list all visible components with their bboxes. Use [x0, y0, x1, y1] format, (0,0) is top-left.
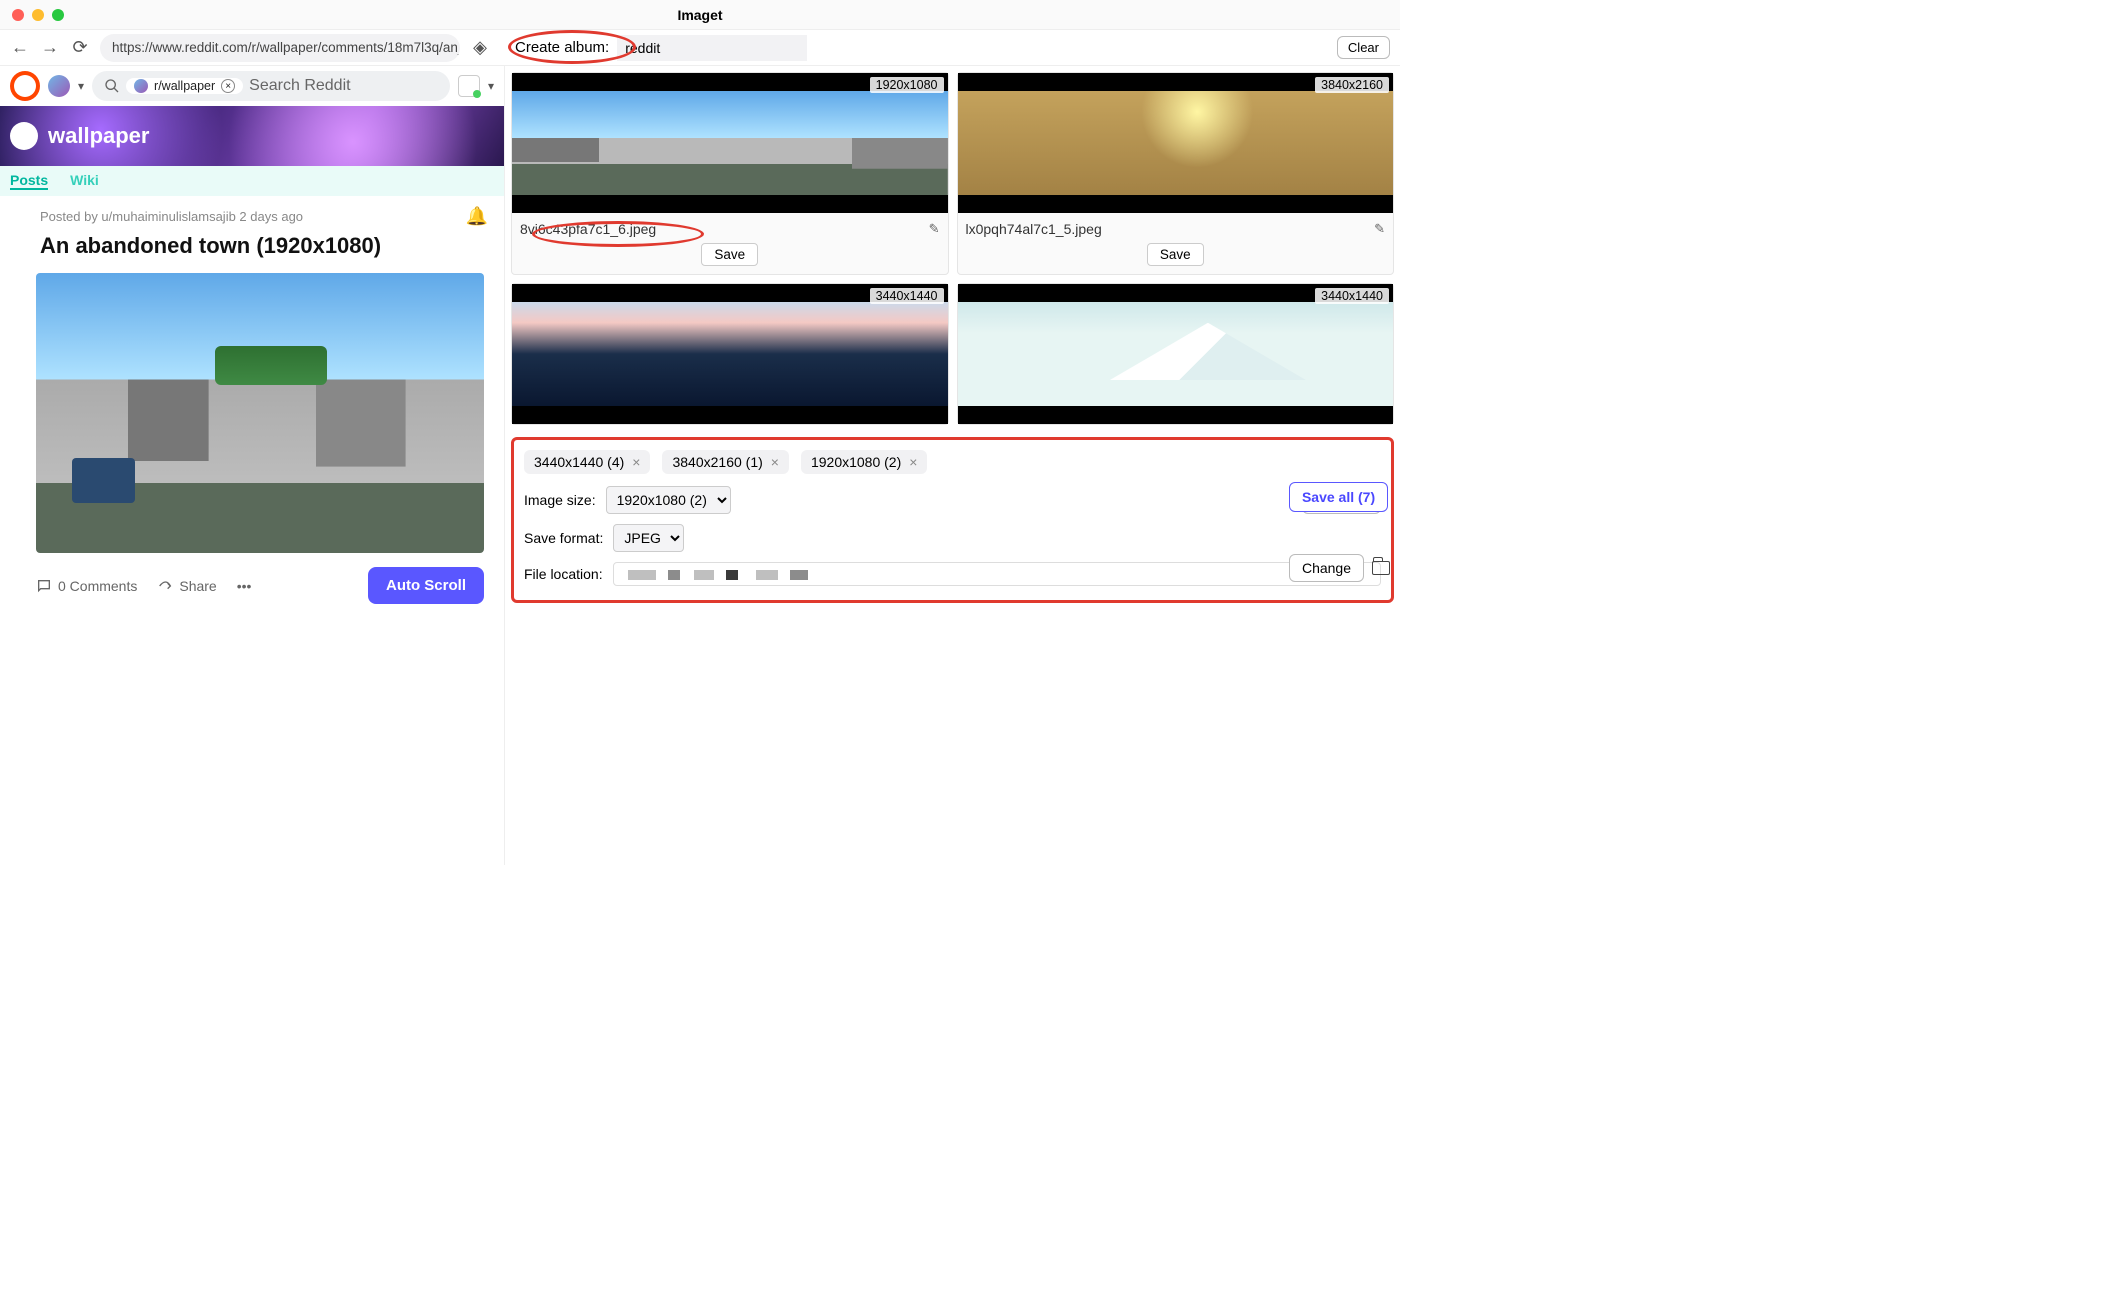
size-tag-label: 3840x2160 (1) [672, 454, 762, 470]
image-card: 3840x2160 lx0pqh74al7c1_5.jpeg ✎ Save [957, 72, 1395, 275]
dimension-badge: 3840x2160 [1315, 77, 1389, 93]
forward-icon[interactable]: → [40, 37, 60, 58]
file-location-input[interactable] [613, 562, 1381, 586]
filter-panel: 3440x1440 (4) × 3840x2160 (1) × 1920x1080 … [511, 437, 1394, 603]
reddit-topbar: ▾ r/wallpaper × Search Reddit ▾ [0, 66, 504, 106]
more-button[interactable]: ••• [237, 578, 252, 594]
user-avatar-icon[interactable] [458, 75, 480, 97]
remove-tag-icon[interactable]: × [771, 454, 779, 470]
thumbnail[interactable]: 1920x1080 [512, 73, 948, 213]
subreddit-banner: wallpaper [0, 106, 504, 166]
size-tag-label: 3440x1440 (4) [534, 454, 624, 470]
share-label: Share [179, 578, 216, 594]
thumbnail[interactable]: 3440x1440 [958, 284, 1394, 424]
search-placeholder: Search Reddit [249, 77, 350, 95]
save-format-label: Save format: [524, 530, 603, 546]
notify-bell-icon[interactable]: 🔔 [466, 206, 488, 227]
search-icon [104, 78, 120, 94]
user-chevron-icon[interactable]: ▾ [488, 79, 494, 93]
auto-scroll-button[interactable]: Auto Scroll [368, 567, 484, 604]
image-size-label: Image size: [524, 492, 596, 508]
clear-button[interactable]: Clear [1337, 36, 1390, 59]
size-tag[interactable]: 1920x1080 (2) × [801, 450, 927, 474]
size-tag-label: 1920x1080 (2) [811, 454, 901, 470]
tab-posts[interactable]: Posts [10, 172, 48, 190]
reddit-pane: ▾ r/wallpaper × Search Reddit ▾ wallpape… [0, 66, 505, 865]
subreddit-tabs: Posts Wiki [0, 166, 504, 196]
save-all-button[interactable]: Save all (7) [1289, 482, 1388, 512]
url-input[interactable]: https://www.reddit.com/r/wallpaper/comme… [100, 34, 460, 62]
remove-tag-icon[interactable]: × [632, 454, 640, 470]
tab-wiki[interactable]: Wiki [70, 172, 99, 190]
dimension-badge: 3440x1440 [870, 288, 944, 304]
image-grid: 1920x1080 8vi6c43pfa7c1_6.jpeg ✎ Save 38… [505, 66, 1400, 431]
clear-scope-icon[interactable]: × [221, 79, 235, 93]
save-format-select[interactable]: JPEG [613, 524, 684, 552]
post-byline: Posted by u/muhaiminulislamsajib 2 days … [40, 206, 488, 227]
filename-label: 8vi6c43pfa7c1_6.jpeg [520, 221, 656, 237]
community-icon[interactable] [48, 75, 70, 97]
filename-label: lx0pqh74al7c1_5.jpeg [966, 221, 1102, 237]
share-button[interactable]: Share [157, 578, 216, 594]
chevron-down-icon[interactable]: ▾ [78, 79, 84, 93]
size-tag[interactable]: 3440x1440 (4) × [524, 450, 650, 474]
right-actions: Save all (7) Change [1289, 482, 1390, 582]
post-byline-text: Posted by u/muhaiminulislamsajib 2 days … [40, 209, 303, 224]
mac-titlebar: Imaget [0, 0, 1400, 30]
create-album-label: Create album: [515, 39, 609, 56]
dimension-badge: 1920x1080 [870, 77, 944, 93]
post-actions: 0 Comments Share ••• Auto Scroll [0, 553, 504, 614]
color-picker-icon[interactable]: ◈ [470, 37, 490, 58]
post-header: Posted by u/muhaiminulislamsajib 2 days … [0, 196, 504, 273]
window-title: Imaget [0, 7, 1400, 23]
imaget-panel: 1920x1080 8vi6c43pfa7c1_6.jpeg ✎ Save 38… [505, 66, 1400, 865]
comments-button[interactable]: 0 Comments [36, 578, 137, 594]
edit-filename-icon[interactable]: ✎ [1374, 221, 1385, 237]
subreddit-name: wallpaper [48, 123, 149, 149]
image-size-select[interactable]: 1920x1080 (2) [606, 486, 731, 514]
reddit-logo-icon[interactable] [10, 71, 40, 101]
search-scope-pill[interactable]: r/wallpaper × [126, 78, 243, 94]
create-album-input[interactable] [617, 35, 807, 61]
size-tags: 3440x1440 (4) × 3840x2160 (1) × 1920x1080 … [524, 450, 1381, 474]
subreddit-icon [10, 122, 38, 150]
main-area: ▾ r/wallpaper × Search Reddit ▾ wallpape… [0, 66, 1400, 865]
save-button[interactable]: Save [701, 243, 758, 266]
browser-toolbar: ← → ⟳ https://www.reddit.com/r/wallpaper… [0, 30, 1400, 66]
back-icon[interactable]: ← [10, 37, 30, 58]
image-card: 3440x1440 [511, 283, 949, 425]
size-tag[interactable]: 3840x2160 (1) × [662, 450, 788, 474]
image-card: 3440x1440 [957, 283, 1395, 425]
search-scope-label: r/wallpaper [154, 79, 215, 93]
share-icon [157, 578, 173, 594]
change-location-button[interactable]: Change [1289, 554, 1364, 582]
reload-icon[interactable]: ⟳ [70, 37, 90, 58]
thumbnail[interactable]: 3440x1440 [512, 284, 948, 424]
comment-icon [36, 578, 52, 594]
image-card: 1920x1080 8vi6c43pfa7c1_6.jpeg ✎ Save [511, 72, 949, 275]
remove-tag-icon[interactable]: × [909, 454, 917, 470]
edit-filename-icon[interactable]: ✎ [929, 221, 940, 237]
post-title: An abandoned town (1920x1080) [40, 233, 488, 259]
dimension-badge: 3440x1440 [1315, 288, 1389, 304]
comments-label: 0 Comments [58, 578, 137, 594]
folder-icon[interactable] [1372, 561, 1390, 575]
save-button[interactable]: Save [1147, 243, 1204, 266]
post-image[interactable] [36, 273, 484, 553]
reddit-search-input[interactable]: r/wallpaper × Search Reddit [92, 71, 450, 101]
file-location-label: File location: [524, 566, 603, 582]
create-album-group: Create album: [515, 35, 807, 61]
thumbnail[interactable]: 3840x2160 [958, 73, 1394, 213]
